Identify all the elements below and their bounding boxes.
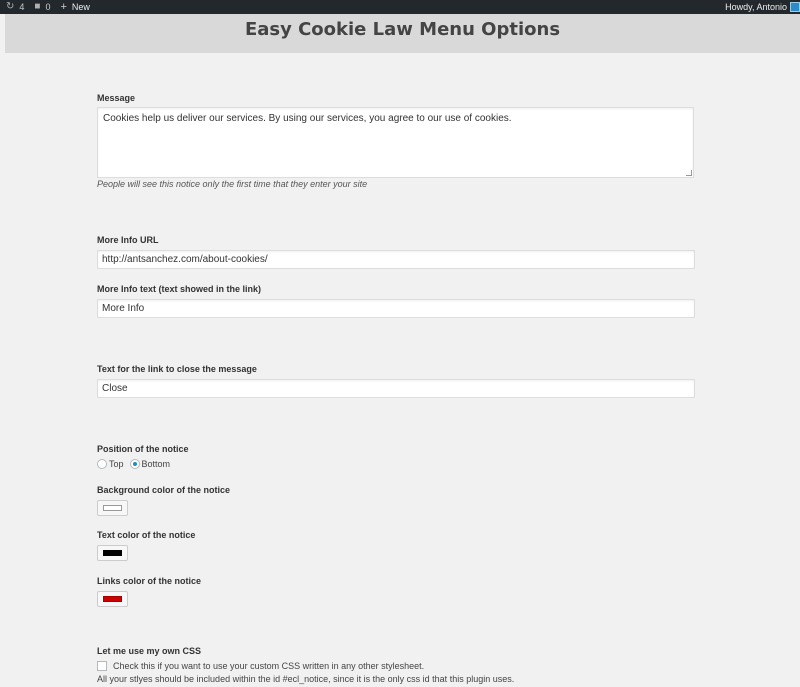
text-color-picker[interactable] bbox=[97, 545, 128, 561]
admin-bar-left: ↻ 4 ■ 0 + New bbox=[6, 0, 100, 14]
howdy-text: Howdy, Antonio bbox=[725, 2, 787, 12]
plus-icon: + bbox=[60, 1, 67, 13]
more-info-text-label: More Info text (text showed in the link) bbox=[97, 284, 262, 294]
title-band: Easy Cookie Law Menu Options bbox=[5, 14, 800, 53]
close-link-input[interactable]: Close bbox=[97, 379, 695, 398]
links-color-picker[interactable] bbox=[97, 591, 128, 607]
custom-css-checkbox[interactable] bbox=[97, 661, 107, 671]
position-top-radio[interactable] bbox=[97, 459, 107, 469]
position-bottom-label[interactable]: Bottom bbox=[142, 459, 171, 469]
position-label: Position of the notice bbox=[97, 444, 189, 454]
custom-css-note: All your stlyes should be included withi… bbox=[97, 674, 515, 684]
more-info-text-input[interactable]: More Info bbox=[97, 299, 695, 318]
text-color-label: Text color of the notice bbox=[97, 530, 196, 540]
new-content-menu[interactable]: + New bbox=[60, 0, 89, 14]
position-radio-group: Top Bottom bbox=[97, 459, 176, 469]
admin-bar: ↻ 4 ■ 0 + New Howdy, Antonio bbox=[0, 0, 800, 14]
page-title: Easy Cookie Law Menu Options bbox=[244, 19, 561, 40]
message-textarea[interactable]: Cookies help us deliver our services. By… bbox=[97, 107, 694, 178]
refresh-icon: ↻ bbox=[6, 1, 15, 12]
comment-icon: ■ bbox=[34, 1, 41, 12]
resize-grip-icon[interactable] bbox=[686, 170, 692, 176]
custom-css-checkbox-text[interactable]: Check this if you want to use your custo… bbox=[113, 661, 424, 671]
links-color-swatch bbox=[103, 596, 122, 602]
close-link-label: Text for the link to close the message bbox=[97, 364, 257, 374]
message-description: People will see this notice only the fir… bbox=[97, 179, 368, 189]
text-color-swatch bbox=[103, 550, 122, 556]
avatar[interactable] bbox=[790, 2, 800, 12]
new-label: New bbox=[71, 2, 90, 12]
comments-menu[interactable]: ■ 0 bbox=[34, 0, 50, 14]
more-info-url-label: More Info URL bbox=[97, 235, 159, 245]
message-label: Message bbox=[97, 93, 136, 103]
background-color-swatch bbox=[103, 505, 122, 511]
background-color-label: Background color of the notice bbox=[97, 485, 231, 495]
custom-css-label: Let me use my own CSS bbox=[97, 646, 202, 656]
more-info-url-input[interactable]: http://antsanchez.com/about-cookies/ bbox=[97, 250, 695, 269]
links-color-label: Links color of the notice bbox=[97, 576, 202, 586]
position-bottom-radio[interactable] bbox=[129, 459, 140, 469]
updates-menu[interactable]: ↻ 4 bbox=[6, 0, 24, 14]
position-top-label[interactable]: Top bbox=[109, 459, 124, 469]
account-menu[interactable]: Howdy, Antonio bbox=[725, 0, 800, 14]
message-value: Cookies help us deliver our services. By… bbox=[103, 113, 512, 124]
background-color-picker[interactable] bbox=[97, 500, 128, 516]
comments-count: 0 bbox=[45, 2, 51, 12]
updates-count: 4 bbox=[19, 2, 25, 12]
